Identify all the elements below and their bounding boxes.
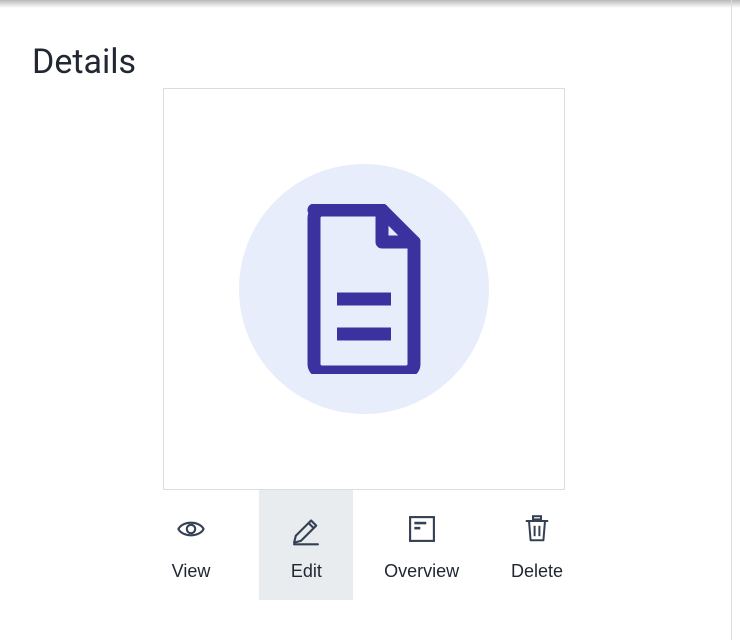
view-button[interactable]: View <box>144 490 238 600</box>
page-title: Details <box>32 42 698 82</box>
edit-label: Edit <box>291 561 322 582</box>
view-label: View <box>172 561 211 582</box>
delete-button[interactable]: Delete <box>490 490 584 600</box>
action-bar: View Edit Overview <box>144 490 584 600</box>
document-icon <box>304 204 424 374</box>
overview-label: Overview <box>384 561 459 582</box>
overview-icon <box>402 509 442 549</box>
preview-box <box>163 88 565 490</box>
overview-button[interactable]: Overview <box>375 490 469 600</box>
trash-icon <box>517 509 557 549</box>
preview-circle <box>239 164 489 414</box>
delete-label: Delete <box>511 561 563 582</box>
edit-button[interactable]: Edit <box>259 490 353 600</box>
eye-icon <box>171 509 211 549</box>
pencil-icon <box>286 509 326 549</box>
panel-divider <box>731 0 732 640</box>
details-panel: Details View <box>0 0 728 640</box>
